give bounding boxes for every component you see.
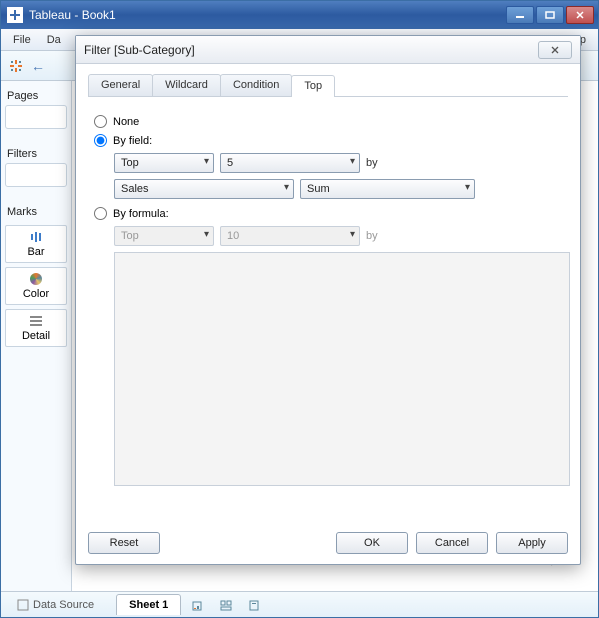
dialog-close-button[interactable] bbox=[538, 41, 572, 59]
filter-dialog: Filter [Sub-Category] General Wildcard C… bbox=[75, 35, 581, 565]
titlebar: Tableau - Book1 bbox=[1, 1, 598, 29]
by-field-field-select[interactable]: Sales bbox=[114, 179, 294, 199]
new-dashboard-icon[interactable] bbox=[215, 596, 237, 614]
dialog-body: General Wildcard Condition Top None By f… bbox=[76, 64, 580, 522]
radio-none-label: None bbox=[113, 116, 139, 128]
new-story-icon[interactable] bbox=[243, 596, 265, 614]
radio-by-formula[interactable] bbox=[94, 207, 107, 220]
close-icon bbox=[548, 45, 562, 55]
data-source-tab[interactable]: Data Source bbox=[7, 595, 104, 615]
marks-type-selector[interactable]: Bar Bar bbox=[5, 225, 67, 263]
radio-by-formula-label: By formula: bbox=[113, 208, 169, 220]
tab-top-content: None By field: Top 5 by Sales Sum bbox=[88, 97, 568, 490]
pages-label: Pages bbox=[5, 87, 67, 105]
window-title: Tableau - Book1 bbox=[29, 8, 506, 22]
side-column: Pages Filters Marks Bar Bar Color bbox=[1, 81, 71, 591]
by-formula-by-label: by bbox=[366, 230, 378, 242]
dialog-footer: Reset OK Cancel Apply bbox=[76, 522, 580, 564]
reset-button[interactable]: Reset bbox=[88, 532, 160, 554]
tableau-logo-icon bbox=[7, 57, 25, 75]
pages-shelf[interactable] bbox=[5, 105, 67, 129]
ok-button[interactable]: OK bbox=[336, 532, 408, 554]
tab-general[interactable]: General bbox=[88, 74, 153, 96]
cancel-button[interactable]: Cancel bbox=[416, 532, 488, 554]
by-field-by-label: by bbox=[366, 157, 378, 169]
tab-top[interactable]: Top bbox=[291, 75, 335, 97]
main-window: Tableau - Book1 File Da Help ← Pages bbox=[0, 0, 599, 618]
tab-condition[interactable]: Condition bbox=[220, 74, 292, 96]
filters-shelf[interactable] bbox=[5, 163, 67, 187]
by-field-direction-select[interactable]: Top bbox=[114, 153, 214, 173]
data-source-icon bbox=[17, 599, 29, 611]
formula-textarea bbox=[114, 252, 570, 486]
new-worksheet-icon[interactable] bbox=[187, 596, 209, 614]
marks-detail-card[interactable]: Detail bbox=[5, 309, 67, 347]
close-button[interactable] bbox=[566, 6, 594, 24]
radio-by-field-row[interactable]: By field: bbox=[94, 134, 564, 147]
marks-color-card[interactable]: Color bbox=[5, 267, 67, 305]
dialog-titlebar: Filter [Sub-Category] bbox=[76, 36, 580, 64]
marks-label: Marks bbox=[5, 203, 67, 221]
radio-by-field[interactable] bbox=[94, 134, 107, 147]
by-formula-direction-select: Top bbox=[114, 226, 214, 246]
back-icon[interactable]: ← bbox=[29, 57, 47, 75]
by-field-count-select[interactable]: 5 bbox=[220, 153, 360, 173]
dialog-tabs: General Wildcard Condition Top bbox=[88, 74, 568, 97]
apply-button[interactable]: Apply bbox=[496, 532, 568, 554]
menu-data[interactable]: Da bbox=[39, 32, 69, 48]
radio-by-field-label: By field: bbox=[113, 135, 152, 147]
radio-none-row[interactable]: None bbox=[94, 115, 564, 128]
menu-file[interactable]: File bbox=[5, 32, 39, 48]
radio-by-formula-row[interactable]: By formula: bbox=[94, 207, 564, 220]
maximize-button[interactable] bbox=[536, 6, 564, 24]
bar-chart-icon bbox=[30, 230, 42, 244]
app-icon bbox=[7, 7, 23, 23]
sheet-tab[interactable]: Sheet 1 bbox=[116, 594, 181, 615]
radio-none[interactable] bbox=[94, 115, 107, 128]
detail-icon bbox=[30, 314, 42, 328]
filters-label: Filters bbox=[5, 145, 67, 163]
minimize-button[interactable] bbox=[506, 6, 534, 24]
tab-wildcard[interactable]: Wildcard bbox=[152, 74, 221, 96]
by-field-agg-select[interactable]: Sum bbox=[300, 179, 475, 199]
statusbar: Data Source Sheet 1 bbox=[1, 591, 598, 617]
color-icon bbox=[30, 272, 42, 286]
dialog-title: Filter [Sub-Category] bbox=[84, 43, 538, 57]
by-formula-count-select: 10 bbox=[220, 226, 360, 246]
